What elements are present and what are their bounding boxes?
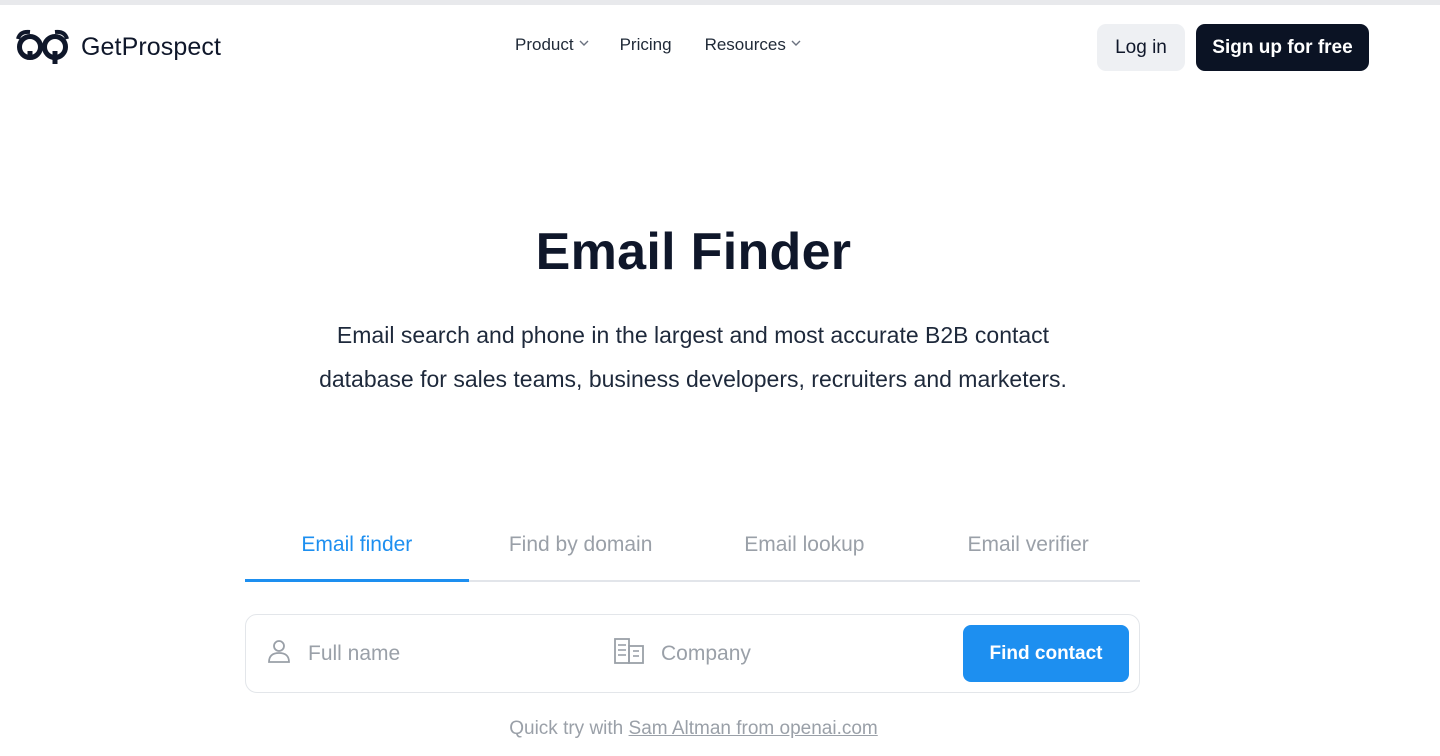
page-subtitle: Email search and phone in the largest an… (319, 322, 1067, 392)
signup-button[interactable]: Sign up for free (1196, 24, 1369, 71)
chevron-down-icon (791, 39, 801, 47)
nav-item-product[interactable]: Product (515, 35, 589, 55)
quick-try: Quick try with Sam Altman from openai.co… (0, 718, 1387, 740)
company-input[interactable] (661, 641, 921, 666)
main-nav: Product Pricing Resources (515, 35, 801, 55)
owl-eyes-icon (16, 29, 69, 65)
chevron-down-icon (579, 39, 589, 47)
nav-item-resources[interactable]: Resources (704, 35, 801, 55)
user-icon (266, 638, 292, 669)
nav-item-pricing[interactable]: Pricing (620, 35, 672, 55)
nav-item-label: Pricing (619, 35, 672, 54)
search-form: Find contact (245, 614, 1140, 693)
tab-email-verifier[interactable]: Email verifier (916, 520, 1140, 580)
page-title: Email Finder (535, 223, 852, 281)
tool-tabs: Email finder Find by domain Email lookup… (245, 520, 1140, 582)
tab-find-by-domain[interactable]: Find by domain (469, 520, 693, 580)
login-button[interactable]: Log in (1097, 24, 1185, 71)
tab-email-finder[interactable]: Email finder (245, 520, 469, 582)
quick-try-prefix: Quick try with (509, 718, 629, 739)
full-name-field (266, 615, 596, 692)
find-contact-button[interactable]: Find contact (963, 625, 1129, 682)
nav-item-label: Product (515, 35, 574, 54)
site-header: GetProspect Product Pricing Resources Lo… (0, 5, 1440, 91)
nav-item-label: Resources (704, 35, 786, 54)
quick-try-link[interactable]: Sam Altman from openai.com (629, 718, 878, 739)
tab-email-lookup[interactable]: Email lookup (693, 520, 917, 580)
brand-name: GetProspect (81, 32, 222, 61)
building-icon (613, 637, 645, 670)
brand-logo[interactable]: GetProspect (16, 29, 221, 65)
company-field (613, 615, 953, 692)
full-name-input[interactable] (308, 641, 568, 666)
